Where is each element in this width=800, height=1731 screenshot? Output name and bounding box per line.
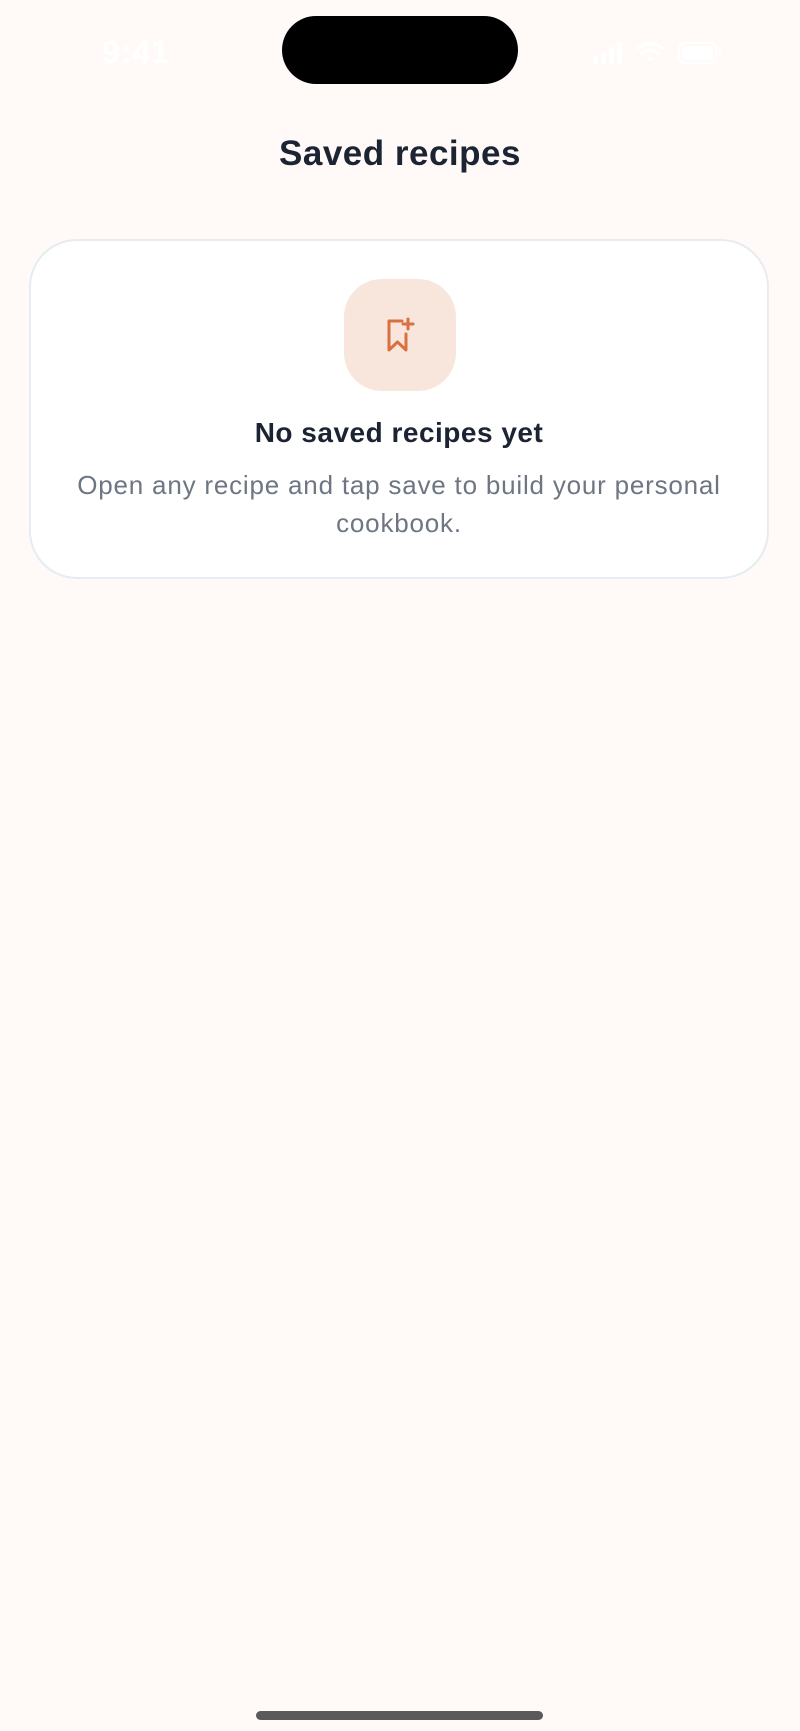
battery-icon <box>678 42 722 64</box>
status-bar: 9:41 <box>0 0 800 100</box>
status-time: 9:41 <box>102 34 171 70</box>
home-indicator[interactable] <box>256 1711 543 1720</box>
status-icons <box>593 36 722 64</box>
empty-state-description: Open any recipe and tap save to build yo… <box>77 470 721 538</box>
page-title: Saved recipes <box>279 134 521 173</box>
empty-state-card: No saved recipes yet Open any recipe and… <box>29 239 769 579</box>
empty-state-title: No saved recipes yet <box>254 417 544 448</box>
bookmark-plus-icon <box>387 317 415 352</box>
cellular-signal-icon <box>593 42 622 64</box>
wifi-icon <box>636 42 664 64</box>
empty-state-icon-tile <box>344 279 456 391</box>
dynamic-island <box>282 16 518 84</box>
